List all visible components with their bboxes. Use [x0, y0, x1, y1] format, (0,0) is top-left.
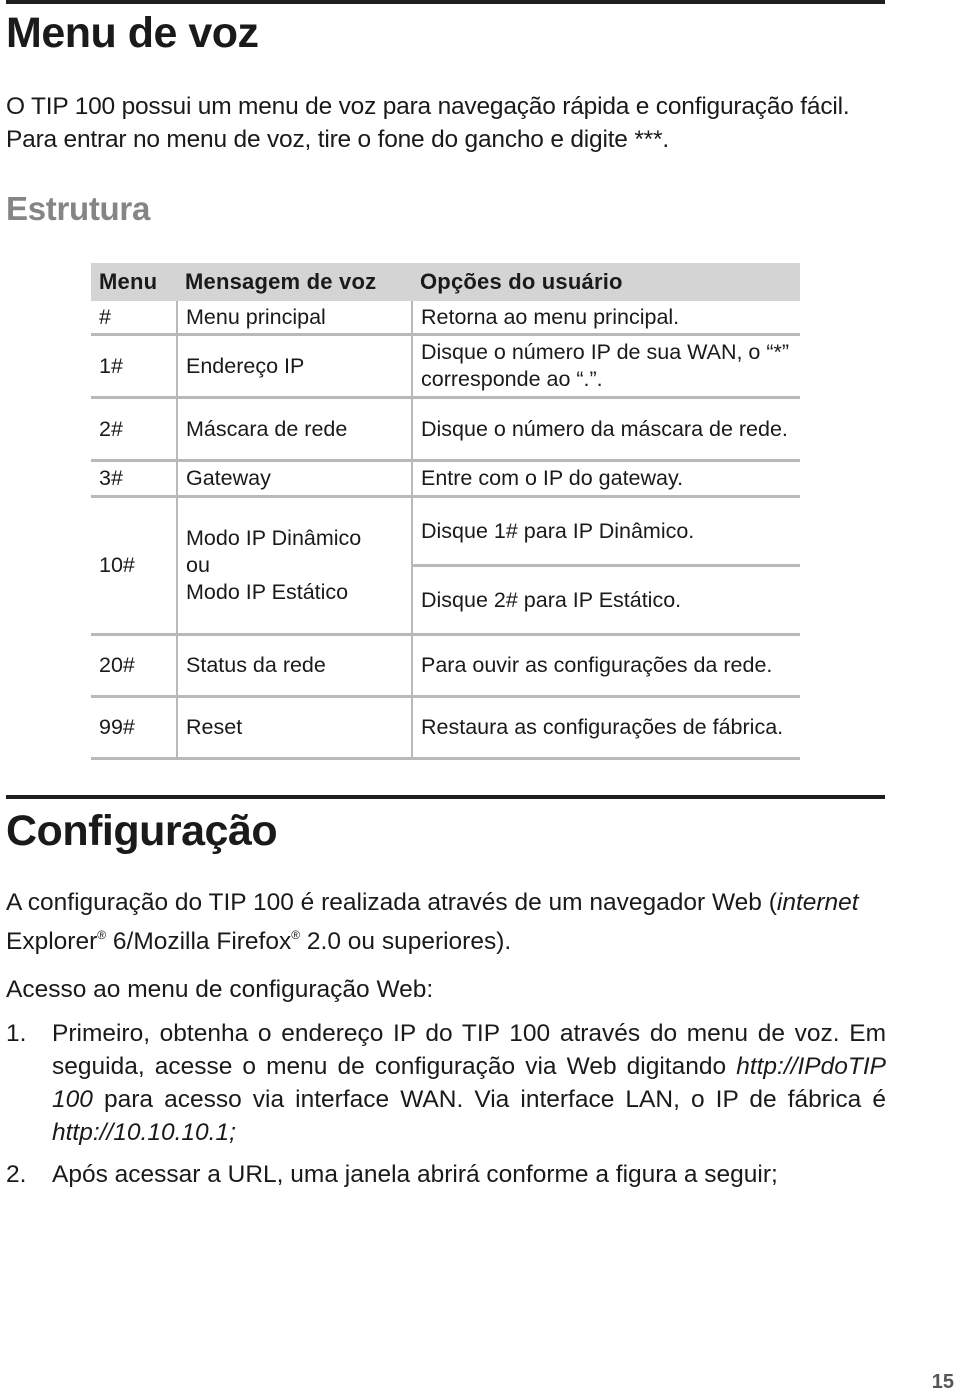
table-row: 3# Gateway Entre com o IP do gateway. [91, 460, 800, 498]
section-title-configuracao: Configuração [6, 807, 278, 855]
step-text: para acesso via interface WAN. Via inter… [92, 1086, 886, 1113]
cell-options: Entre com o IP do gateway. [411, 460, 800, 498]
list-item: 2. Após acessar a URL, uma janela abrirá… [6, 1158, 886, 1191]
cell-options: Restaura as configurações de fábrica. [411, 696, 800, 760]
access-label: Acesso ao menu de configuração Web: [6, 976, 434, 1003]
cell-menu: 2# [91, 397, 177, 462]
table-header-row: Menu Mensagem de voz Opções do usuário [91, 263, 800, 301]
cell-options: Disque o número da máscara de rede. [411, 397, 800, 462]
registered-mark: ® [97, 928, 107, 942]
cell-menu: 1# [91, 334, 177, 399]
cell-message: Máscara de rede [176, 397, 412, 462]
cell-message-line: Modo IP Estático [186, 580, 349, 604]
cell-menu: 3# [91, 460, 177, 498]
config-text: A configuração do TIP 100 é realizada at… [6, 889, 777, 916]
subsection-title-estrutura: Estrutura [6, 190, 150, 227]
cell-menu: 99# [91, 696, 177, 760]
table-row: # Menu principal Retorna ao menu princip… [91, 301, 800, 336]
url-lan: http://10.10.10.1; [52, 1119, 236, 1146]
table-row: 2# Máscara de rede Disque o número da má… [91, 397, 800, 462]
table-row: 20# Status da rede Para ouvir as configu… [91, 634, 800, 698]
table-row: 10# Modo IP Dinâmico ou Modo IP Estático… [91, 496, 800, 636]
table-row: 1# Endereço IP Disque o número IP de sua… [91, 334, 800, 399]
config-text-italic: internet [776, 889, 859, 916]
header-user-options: Opções do usuário [412, 263, 800, 301]
cell-options: Disque o número IP de sua WAN, o “*” cor… [411, 334, 800, 399]
cell-message: Endereço IP [176, 334, 412, 399]
cell-options: Para ouvir as configurações da rede. [411, 634, 800, 698]
table-row: 99# Reset Restaura as configurações de f… [91, 696, 800, 760]
list-number: 1. [6, 1020, 27, 1047]
header-menu: Menu [91, 263, 177, 301]
section-title-menu-de-voz: Menu de voz [6, 9, 259, 57]
section-rule [6, 795, 885, 799]
cell-message: Status da rede [176, 634, 412, 698]
cell-options: Retorna ao menu principal. [411, 301, 800, 336]
cell-message-line: Modo IP Dinâmico [186, 526, 362, 550]
cell-menu: # [91, 301, 177, 336]
cell-message: Menu principal [176, 301, 412, 336]
cell-message: Reset [176, 696, 412, 760]
list-item: 1. Primeiro, obtenha o endereço IP do TI… [6, 1017, 886, 1149]
cell-options: Disque 1# para IP Dinâmico. [411, 496, 800, 567]
cell-message: Gateway [176, 460, 412, 498]
intro-paragraph: O TIP 100 possui um menu de voz para nav… [6, 93, 850, 153]
config-text: 6/Mozilla Firefox [106, 928, 292, 955]
step-text: Após acessar a URL, uma janela abrirá co… [52, 1161, 778, 1188]
list-number: 2. [6, 1161, 27, 1188]
cell-options: Disque 2# para IP Estático. [411, 565, 800, 636]
page-number: 15 [931, 1371, 954, 1393]
cell-menu: 10# [91, 496, 177, 636]
cell-message-line: ou [186, 553, 210, 577]
voice-menu-table: Menu Mensagem de voz Opções do usuário #… [91, 263, 800, 760]
config-paragraph: A configuração do TIP 100 é realizada at… [6, 886, 886, 958]
config-text: Explorer [6, 928, 98, 955]
cell-menu: 20# [91, 634, 177, 698]
registered-mark: ® [291, 928, 301, 942]
top-rule [6, 0, 885, 4]
header-voice-message: Mensagem de voz [177, 263, 412, 301]
config-text: 2.0 ou superiores). [300, 928, 512, 955]
cell-message: Modo IP Dinâmico ou Modo IP Estático [176, 496, 412, 636]
